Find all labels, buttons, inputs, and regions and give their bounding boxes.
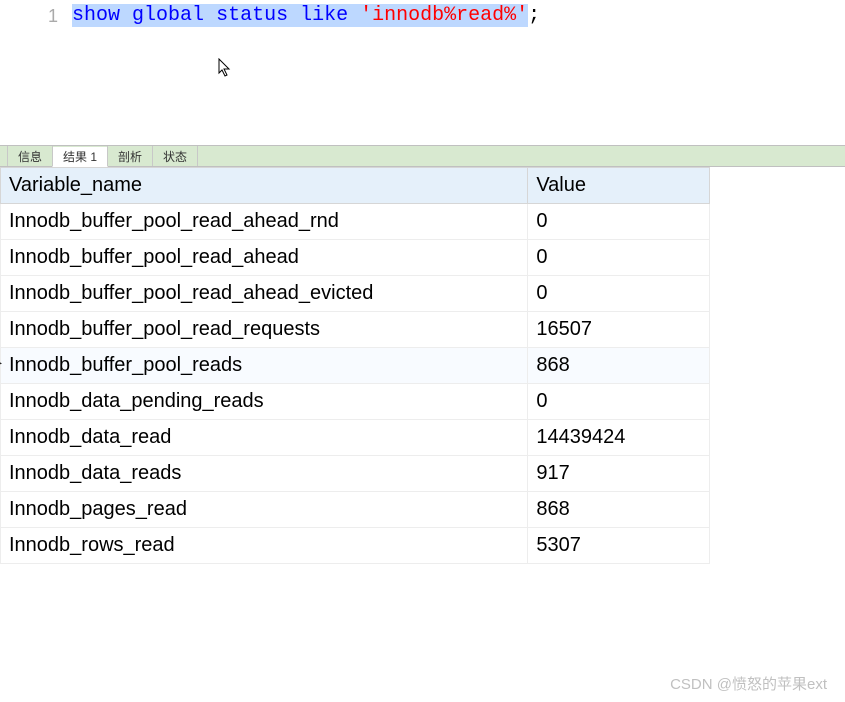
sql-keyword-global: global [132,4,204,27]
result-tabs: 信息 结果 1 剖析 状态 [0,145,845,167]
cell-variable-name[interactable]: ▸Innodb_buffer_pool_reads [1,348,528,384]
cell-variable-name[interactable]: Innodb_buffer_pool_read_ahead_evicted [1,276,528,312]
table-row[interactable]: Innodb_buffer_pool_read_ahead_rnd 0 [1,204,710,240]
sql-string: 'innodb%read%' [360,4,528,27]
cell-variable-name[interactable]: Innodb_data_reads [1,456,528,492]
results-table[interactable]: Variable_name Value Innodb_buffer_pool_r… [0,167,710,564]
cell-value[interactable]: 0 [528,384,710,420]
cell-value[interactable]: 5307 [528,528,710,564]
table-header-row: Variable_name Value [1,168,710,204]
header-value[interactable]: Value [528,168,710,204]
cell-variable-name[interactable]: Innodb_buffer_pool_read_ahead [1,240,528,276]
table-row[interactable]: Innodb_buffer_pool_read_requests 16507 [1,312,710,348]
row-indicator-icon: ▸ [0,354,2,371]
sql-editor[interactable]: 1 show global status like 'innodb%read%'… [0,0,845,145]
cell-value[interactable]: 16507 [528,312,710,348]
table-row[interactable]: Innodb_buffer_pool_read_ahead 0 [1,240,710,276]
cell-value[interactable]: 868 [528,492,710,528]
tab-info[interactable]: 信息 [7,146,53,166]
header-variable-name[interactable]: Variable_name [1,168,528,204]
code-line: 1 show global status like 'innodb%read%'… [0,0,845,27]
table-row[interactable]: Innodb_pages_read 868 [1,492,710,528]
watermark: CSDN @愤怒的苹果ext [670,673,827,694]
cell-variable-name[interactable]: Innodb_buffer_pool_read_ahead_rnd [1,204,528,240]
table-row[interactable]: Innodb_rows_read 5307 [1,528,710,564]
sql-keyword-status: status [216,4,288,27]
cell-value[interactable]: 917 [528,456,710,492]
cell-variable-name[interactable]: Innodb_data_pending_reads [1,384,528,420]
tab-result1[interactable]: 结果 1 [52,147,108,167]
cell-value[interactable]: 868 [528,348,710,384]
sql-code[interactable]: show global status like 'innodb%read%'; [72,4,540,27]
sql-keyword-like: like [300,4,348,27]
results-panel: Variable_name Value Innodb_buffer_pool_r… [0,167,845,564]
table-row[interactable]: Innodb_data_pending_reads 0 [1,384,710,420]
cursor-icon [218,58,234,83]
tab-profile[interactable]: 剖析 [107,146,153,166]
table-row[interactable]: Innodb_data_read 14439424 [1,420,710,456]
cell-variable-name[interactable]: Innodb_buffer_pool_read_requests [1,312,528,348]
cell-value[interactable]: 0 [528,204,710,240]
cell-variable-name[interactable]: Innodb_pages_read [1,492,528,528]
line-number: 1 [0,4,72,27]
cell-value[interactable]: 0 [528,276,710,312]
table-row[interactable]: Innodb_buffer_pool_read_ahead_evicted 0 [1,276,710,312]
tab-status[interactable]: 状态 [152,146,198,166]
cell-variable-name[interactable]: Innodb_rows_read [1,528,528,564]
sql-keyword-show: show [72,4,120,27]
cell-value[interactable]: 14439424 [528,420,710,456]
sql-semicolon: ; [528,4,540,27]
table-row[interactable]: Innodb_data_reads 917 [1,456,710,492]
table-row-current[interactable]: ▸Innodb_buffer_pool_reads 868 [1,348,710,384]
cell-value[interactable]: 0 [528,240,710,276]
cell-variable-name[interactable]: Innodb_data_read [1,420,528,456]
